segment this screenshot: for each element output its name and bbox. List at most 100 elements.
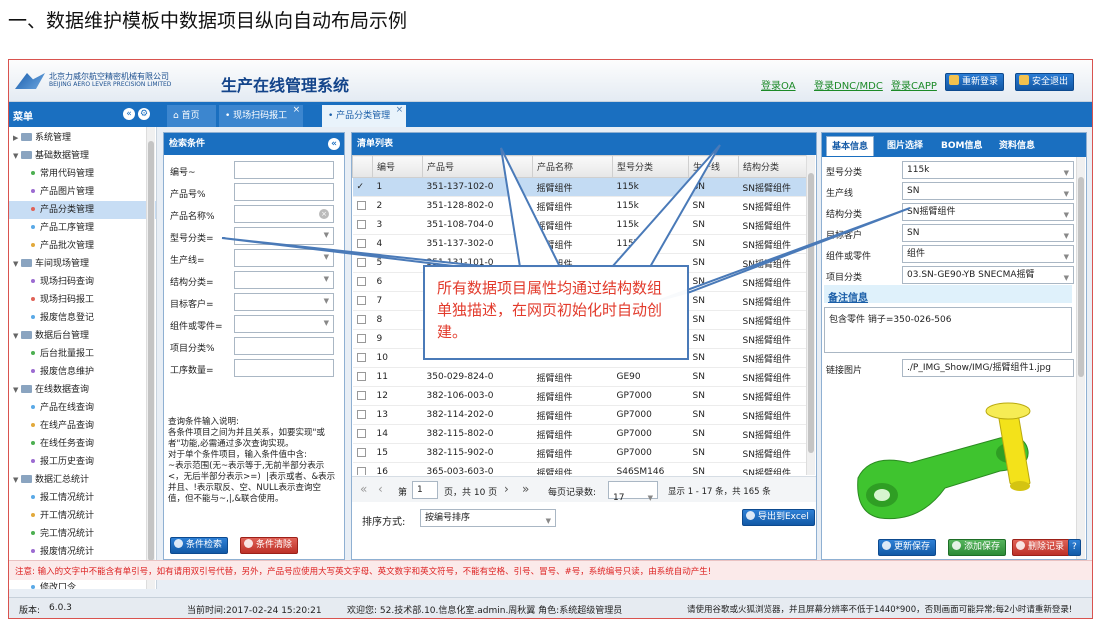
row-checkbox[interactable] [352,329,373,349]
sidebar-item[interactable]: 常用代码管理 [9,165,156,183]
sidebar-item[interactable]: ▼ 基础数据管理 [9,147,156,165]
row-checkbox[interactable] [352,272,373,292]
search-field-input[interactable]: ▼ [234,293,334,311]
prev-page-icon[interactable]: ‹ [378,482,383,496]
tab-home[interactable]: ⌂ 首页 [167,105,216,127]
table-row[interactable]: 3 351-108-704-0 摇臂组件 115k SN SN摇臂组件 [352,215,808,235]
sidebar-item[interactable]: 产品分类管理 [9,201,156,219]
login-capp-link[interactable]: 登录CAPP [891,77,937,92]
sidebar-item[interactable]: ▼ 车间现场管理 [9,255,156,273]
search-field-input[interactable] [234,359,334,377]
checkbox-icon[interactable] [356,295,366,305]
detail-field-select[interactable]: SN ▼ [902,182,1074,200]
close-icon[interactable]: × [293,99,301,121]
row-checkbox[interactable]: ✓ [352,177,373,197]
checkbox-icon[interactable] [356,390,366,400]
sort-select[interactable]: 按编号排序 ▼ [420,509,556,527]
sidebar-item[interactable]: 报废信息登记 [9,309,156,327]
row-checkbox[interactable] [352,424,373,444]
sidebar-item[interactable]: 现场扫码查询 [9,273,156,291]
table-row[interactable]: ✓ 1 351-137-102-0 摇臂组件 115k SN SN摇臂组件 [352,177,808,197]
clear-icon[interactable]: × [319,209,329,219]
login-dnc-link[interactable]: 登录DNC/MDC [814,77,883,92]
search-field-input[interactable]: ▼ [234,315,334,333]
row-checkbox[interactable] [352,462,373,475]
table-row[interactable]: 15 382-115-902-0 摇臂组件 GP7000 SN SN摇臂组件 [352,443,808,463]
sidebar-item[interactable]: 产品图片管理 [9,183,156,201]
logout-button[interactable]: 安全退出 [1015,73,1075,91]
sidebar-item[interactable]: 报废信息维护 [9,363,156,381]
sidebar-item[interactable]: 现场扫码报工 [9,291,156,309]
sidebar-item[interactable]: 报工历史查询 [9,453,156,471]
detail-field-select[interactable]: SN摇臂组件 ▼ [902,203,1074,221]
tab-basic-info[interactable]: 基本信息 [826,136,875,156]
search-field-input[interactable]: ▼ [234,249,334,267]
tab-scan-report[interactable]: • 现场扫码报工 × [219,105,304,127]
sidebar-item[interactable]: 产品在线查询 [9,399,156,417]
export-excel-button[interactable]: 导出到Excel [742,509,815,526]
per-page-select[interactable]: 17 ▼ [608,481,658,503]
sidebar-item[interactable]: 修改口令 [9,579,156,589]
scrollbar-thumb[interactable] [808,173,814,453]
row-checkbox[interactable] [352,234,373,254]
row-checkbox[interactable] [352,291,373,311]
scrollbar-thumb[interactable] [148,141,154,561]
tab-bom-info[interactable]: BOM信息 [936,136,988,156]
row-checkbox[interactable] [352,386,373,406]
checkbox-icon[interactable] [356,314,366,324]
search-field-input[interactable]: ▼ [234,227,334,245]
last-page-icon[interactable]: » [522,482,529,496]
table-row[interactable]: 13 382-114-202-0 摇臂组件 GP7000 SN SN摇臂组件 [352,405,808,425]
table-row[interactable]: 16 365-003-603-0 摇臂组件 S46SM146 SN SN摇臂组件 [352,462,808,475]
sidebar-item[interactable]: 在线产品查询 [9,417,156,435]
column-header[interactable]: 型号分类 [612,155,689,178]
checkbox-icon[interactable] [356,257,366,267]
row-checkbox[interactable] [352,405,373,425]
column-header[interactable]: 编号 [372,155,423,178]
sidebar-item[interactable]: ▶ 系统管理 [9,129,156,147]
table-row[interactable]: 12 382-106-003-0 摇臂组件 GP7000 SN SN摇臂组件 [352,386,808,406]
collapse-icon[interactable]: « [328,138,340,150]
close-icon[interactable]: × [396,99,404,121]
checkbox-icon[interactable] [356,447,366,457]
row-checkbox[interactable] [352,310,373,330]
row-checkbox[interactable] [352,348,373,368]
chevron-down-icon[interactable]: ▼ [13,471,21,489]
checkbox-icon[interactable] [356,333,366,343]
search-button[interactable]: 条件检索 [170,537,229,554]
checkbox-icon[interactable] [356,276,366,286]
login-oa-link[interactable]: 登录OA [761,77,796,92]
chevron-right-icon[interactable]: ▶ [13,129,21,147]
checkbox-icon[interactable] [356,219,366,229]
update-save-button[interactable]: 更新保存 [878,539,937,556]
sidebar-item[interactable]: 报工情况统计 [9,489,156,507]
chevron-down-icon[interactable]: ▼ [13,381,21,399]
row-checkbox[interactable] [352,443,373,463]
image-path-input[interactable]: ./P_IMG_Show/IMG/摇臂组件1.jpg [902,359,1074,377]
gear-icon[interactable]: ⚙ [138,108,150,120]
sidebar-item[interactable]: 产品批次管理 [9,237,156,255]
row-checkbox[interactable] [352,367,373,387]
search-field-input[interactable] [234,161,334,179]
detail-scrollbar[interactable] [1076,157,1085,559]
detail-field-select[interactable]: 组件 ▼ [902,245,1074,263]
tab-product-category[interactable]: • 产品分类管理 × [322,105,407,127]
search-field-input[interactable]: ▼ [234,271,334,289]
next-page-icon[interactable]: › [504,482,509,496]
checkbox-icon[interactable] [356,371,366,381]
delete-button[interactable]: 删除记录 [1012,539,1071,556]
table-row[interactable]: 2 351-128-802-0 摇臂组件 115k SN SN摇臂组件 [352,196,808,216]
sidebar-item[interactable]: 报废情况统计 [9,543,156,561]
chevron-down-icon[interactable]: ▼ [13,327,21,345]
relogin-button[interactable]: 重新登录 [945,73,1005,91]
checkbox-icon[interactable] [356,428,366,438]
sidebar-item[interactable]: 开工情况统计 [9,507,156,525]
column-header[interactable]: 生产线 [688,155,739,178]
add-save-button[interactable]: 添加保存 [948,539,1007,556]
sidebar-item[interactable]: ▼ 数据后台管理 [9,327,156,345]
search-field-input[interactable] [234,337,334,355]
column-header[interactable]: 产品名称 [532,155,613,178]
sidebar-item[interactable]: 产品工序管理 [9,219,156,237]
tab-docs-info[interactable]: 资料信息 [994,136,1041,156]
search-field-input[interactable]: × [234,205,334,223]
